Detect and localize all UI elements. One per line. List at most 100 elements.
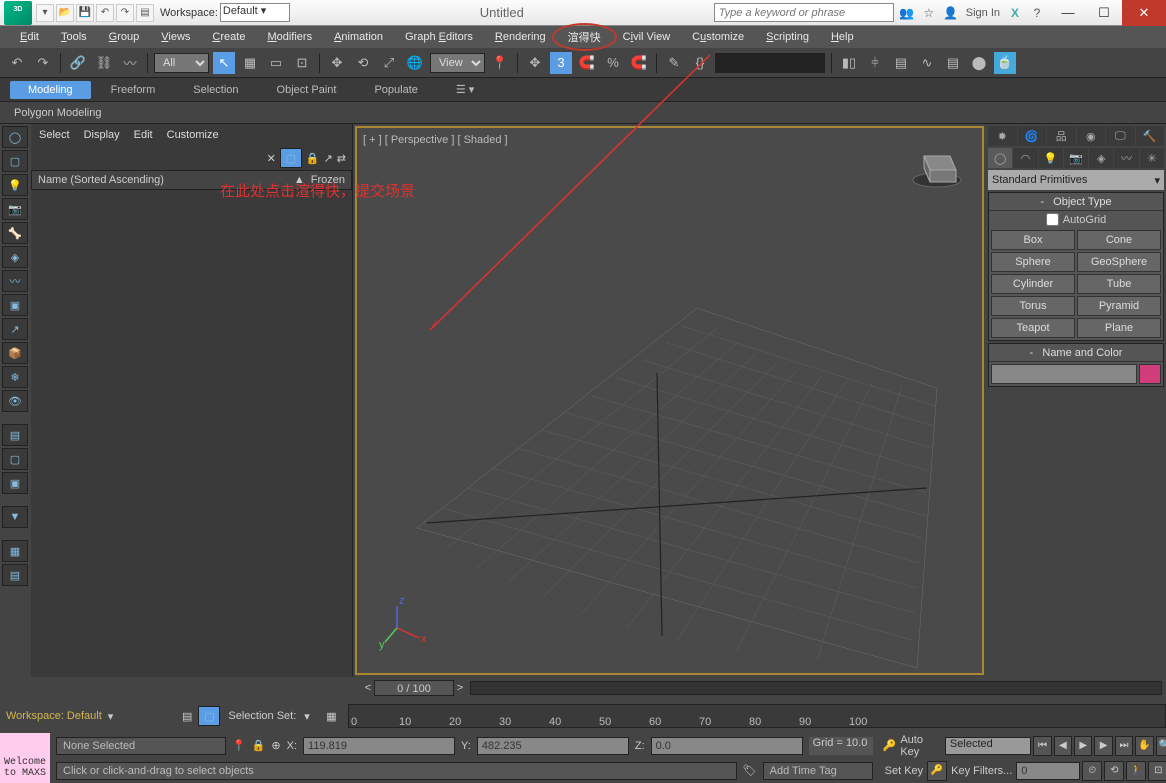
object-name-input[interactable] (991, 364, 1137, 384)
time-slider-track[interactable] (470, 681, 1162, 695)
qat-project-icon[interactable]: ▤ (136, 4, 154, 22)
setkey-icon[interactable]: 🔑 (927, 761, 947, 781)
material-icon[interactable]: ⬤ (968, 52, 990, 74)
btn-sphere[interactable]: Sphere (991, 252, 1075, 272)
next-frame-icon[interactable]: ▶ (1094, 736, 1112, 756)
ribbon-polygon[interactable]: Polygon Modeling (14, 107, 101, 119)
nav-max-icon[interactable]: ⊡ (1148, 761, 1166, 781)
scene-customize[interactable]: Customize (167, 129, 219, 141)
ltool-space-icon[interactable]: 〰 (2, 270, 28, 292)
network-icon[interactable]: 👥 (900, 6, 914, 20)
workspace-combo[interactable]: Default ▾ (220, 3, 290, 22)
menu-animation[interactable]: Animation (324, 29, 393, 45)
color-swatch[interactable] (1139, 364, 1161, 384)
key-lock-icon[interactable]: 🔑 (883, 739, 897, 752)
ltool-invert-icon[interactable]: ▣ (2, 472, 28, 494)
lock-icon[interactable]: 🔒 (252, 739, 266, 752)
ltool-all-icon[interactable]: ▤ (2, 424, 28, 446)
layer-icon[interactable]: ▤ (176, 710, 198, 723)
user-icon[interactable]: 👤 (944, 6, 958, 20)
ltool-lock-icon[interactable]: ▦ (2, 540, 28, 562)
viewport[interactable]: [ + ] [ Perspective ] [ Shaded ] (355, 126, 984, 675)
ltool-hide-icon[interactable]: 👁 (2, 390, 28, 412)
goto-end-icon[interactable]: ⏭ (1115, 736, 1133, 756)
help-icon[interactable]: ? (1030, 6, 1044, 20)
select-name-icon[interactable]: ▦ (239, 52, 261, 74)
prev-frame-icon[interactable]: ◀ (1054, 736, 1072, 756)
minimize-button[interactable]: — (1050, 0, 1086, 26)
manip-icon[interactable]: ✥ (524, 52, 546, 74)
layer-icon[interactable]: ▤ (890, 52, 912, 74)
slider-right-icon[interactable]: > (454, 682, 466, 694)
isolate-icon[interactable]: ▦ (326, 710, 348, 723)
menu-tools[interactable]: Tools (51, 29, 97, 45)
ribbon-modeling[interactable]: Modeling (10, 81, 91, 99)
ltool-group-icon[interactable]: ▣ (2, 294, 28, 316)
menu-views[interactable]: Views (151, 29, 200, 45)
time-config-icon[interactable]: ⏲ (1082, 761, 1102, 781)
current-frame-input[interactable] (1016, 762, 1080, 780)
star-icon[interactable]: ☆ (922, 6, 936, 20)
menu-help[interactable]: Help (821, 29, 864, 45)
menu-customize[interactable]: Customize (682, 29, 754, 45)
cat-system-icon[interactable]: ✳ (1140, 148, 1164, 168)
named-sel-input[interactable] (715, 53, 825, 73)
mirror-icon[interactable]: ▮▯ (838, 52, 860, 74)
qat-new-icon[interactable]: ▾ (36, 4, 54, 22)
ref-coord-icon[interactable]: 🌐 (404, 52, 426, 74)
primitive-combo[interactable]: Standard Primitives▾ (988, 170, 1164, 190)
coord-z[interactable] (651, 737, 803, 755)
ribbon-dropdown-icon[interactable]: ☰ ▾ (438, 80, 492, 99)
keyfilters-label[interactable]: Key Filters... (949, 765, 1014, 777)
abs-icon[interactable]: ⊕ (271, 739, 280, 752)
ltool-none-icon[interactable]: ▢ (2, 448, 28, 470)
ribbon-freeform[interactable]: Freeform (93, 81, 174, 99)
menu-modifiers[interactable]: Modifiers (257, 29, 322, 45)
curve-editor-icon[interactable]: ∿ (916, 52, 938, 74)
setkey-label[interactable]: Set Key (883, 765, 926, 777)
btn-pyramid[interactable]: Pyramid (1077, 296, 1161, 316)
named-sel-icon[interactable]: {} (689, 52, 711, 74)
select-object-icon[interactable]: ↖ (213, 52, 235, 74)
goto-start-icon[interactable]: ⏮ (1033, 736, 1051, 756)
schematic-icon[interactable]: ▤ (942, 52, 964, 74)
move-icon[interactable]: ✥ (326, 52, 348, 74)
exchange-icon[interactable]: X (1008, 6, 1022, 20)
ltool-camera-icon[interactable]: 📷 (2, 198, 28, 220)
scene-lock-icon[interactable]: 🔒 (306, 152, 320, 165)
cmd-hierarchy-icon[interactable]: 品 (1047, 126, 1076, 146)
ribbon-populate[interactable]: Populate (356, 81, 435, 99)
scene-display[interactable]: Display (84, 129, 120, 141)
pivot-icon[interactable]: 📍 (489, 52, 511, 74)
btn-box[interactable]: Box (991, 230, 1075, 250)
menu-civil[interactable]: Civil View (613, 29, 681, 45)
slider-left-icon[interactable]: < (362, 682, 374, 694)
coord-system-combo[interactable]: View (430, 53, 485, 73)
layer-select-icon[interactable]: ▢ (198, 706, 220, 726)
redo-icon[interactable]: ↷ (32, 52, 54, 74)
cat-geom-icon[interactable]: ◯ (988, 148, 1012, 168)
coord-y[interactable] (477, 737, 629, 755)
timetag-icon[interactable]: 🏷 (743, 764, 757, 777)
cmd-motion-icon[interactable]: ◉ (1077, 126, 1106, 146)
ltool-container-icon[interactable]: 📦 (2, 342, 28, 364)
render-setup-icon[interactable]: 🍵 (994, 52, 1016, 74)
cmd-utility-icon[interactable]: 🔨 (1136, 126, 1165, 146)
undo-icon[interactable]: ↶ (6, 52, 28, 74)
angle-snap-icon[interactable]: 🧲 (576, 52, 598, 74)
ltool-circle-icon[interactable]: ◯ (2, 126, 28, 148)
menu-xuan[interactable]: 渲得快 (558, 27, 611, 47)
nav-zoom-icon[interactable]: 🔍 (1156, 736, 1166, 756)
cat-helper-icon[interactable]: ◈ (1089, 148, 1113, 168)
ltool-freeze-icon[interactable]: ❄ (2, 366, 28, 388)
menu-graph[interactable]: Graph Editors (395, 29, 483, 45)
scene-sync-icon[interactable]: ⇄ (337, 152, 346, 165)
cmd-create-icon[interactable]: ✸ (988, 126, 1017, 146)
menu-scripting[interactable]: Scripting (756, 29, 819, 45)
btn-geosphere[interactable]: GeoSphere (1077, 252, 1161, 272)
listener[interactable]: Welcome to MAXS (0, 733, 50, 783)
close-button[interactable]: ✕ (1122, 0, 1166, 26)
keymode-combo[interactable]: Selected (945, 737, 1031, 755)
btn-plane[interactable]: Plane (1077, 318, 1161, 338)
qat-undo-icon[interactable]: ↶ (96, 4, 114, 22)
